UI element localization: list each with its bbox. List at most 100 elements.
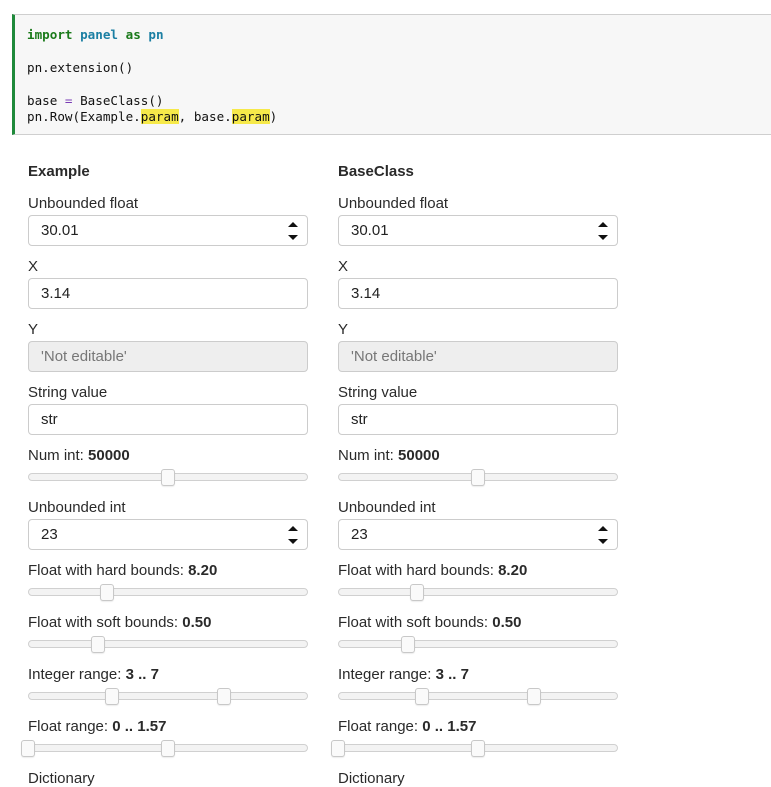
num-int-slider[interactable] <box>338 469 618 486</box>
y-label: Y <box>28 321 39 338</box>
integer-range-label-text: Integer range: <box>28 666 126 683</box>
spinner[interactable] <box>597 524 609 546</box>
spinner[interactable] <box>287 524 299 546</box>
range-low-handle[interactable] <box>331 740 345 757</box>
slider-track[interactable] <box>338 692 618 700</box>
code-line-extension: pn.extension() <box>27 59 134 75</box>
integer-range-slider[interactable] <box>28 688 308 705</box>
float-range-value: 0 .. 1.57 <box>422 718 477 735</box>
x-input[interactable]: 3.14 <box>338 278 618 309</box>
unbounded-int-label: Unbounded int <box>338 499 436 516</box>
float-range-slider[interactable] <box>331 740 618 757</box>
float-range-value: 0 .. 1.57 <box>112 718 167 735</box>
num-int-value: 50000 <box>88 447 130 464</box>
unbounded-float-label: Unbounded float <box>28 195 139 212</box>
float-hard-bounds-value: 8.20 <box>188 562 218 579</box>
panel-title: Example <box>28 163 90 180</box>
num-int-slider[interactable] <box>28 469 308 486</box>
spin-up-icon[interactable] <box>288 526 298 531</box>
float-soft-bounds-slider[interactable] <box>338 636 618 653</box>
string-value-input[interactable]: str <box>338 404 618 435</box>
float-soft-bounds-label: Float with soft bounds: 0.50 <box>338 614 521 631</box>
code-base-rhs: BaseClass() <box>72 92 164 108</box>
string-value: str <box>351 411 368 428</box>
x-value: 3.14 <box>351 285 381 302</box>
code-row-prefix: pn.Row(Example. <box>27 109 141 125</box>
code-keyword-import: import <box>27 27 73 42</box>
spinner[interactable] <box>597 220 609 242</box>
x-label: X <box>28 258 39 275</box>
float-range-label: Float range: 0 .. 1.57 <box>28 718 166 735</box>
unbounded-int-input[interactable]: 23 <box>28 519 308 550</box>
float-hard-bounds-slider[interactable] <box>338 584 618 601</box>
float-hard-bounds-label: Float with hard bounds: 8.20 <box>28 562 217 579</box>
slider-handle[interactable] <box>401 636 415 653</box>
float-range-label-text: Float range: <box>338 718 423 735</box>
code-keyword-as: as <box>125 27 141 42</box>
float-hard-bounds-label: Float with hard bounds: 8.20 <box>338 562 527 579</box>
dictionary-label: Dictionary <box>28 770 95 787</box>
string-value-label: String value <box>338 384 418 401</box>
float-soft-bounds-label: Float with soft bounds: 0.50 <box>28 614 211 631</box>
float-hard-bounds-label-text: Float with hard bounds: <box>338 562 499 579</box>
num-int-value: 50000 <box>398 447 440 464</box>
range-high-handle[interactable] <box>161 740 175 757</box>
x-input[interactable]: 3.14 <box>28 278 308 309</box>
unbounded-float-value: 30.01 <box>41 222 79 239</box>
slider-handle[interactable] <box>99 584 114 601</box>
code-cell[interactable]: import panel as pn pn.extension() base =… <box>12 14 771 135</box>
code-module: panel <box>80 27 119 42</box>
slider-handle[interactable] <box>409 584 424 601</box>
float-range-label-text: Float range: <box>28 718 113 735</box>
y-value: 'Not editable' <box>41 348 127 365</box>
integer-range-value: 3 .. 7 <box>125 666 159 683</box>
range-low-handle[interactable] <box>21 740 35 757</box>
range-low-handle[interactable] <box>105 688 119 705</box>
spin-up-icon[interactable] <box>598 526 608 531</box>
num-int-label-text: Num int: <box>338 447 399 464</box>
spin-up-icon[interactable] <box>288 222 298 227</box>
unbounded-float-input[interactable]: 30.01 <box>338 215 618 246</box>
slider-track[interactable] <box>338 640 618 648</box>
code-row-suffix: ) <box>269 109 278 125</box>
unbounded-float-value: 30.01 <box>351 222 389 239</box>
float-soft-bounds-label-text: Float with soft bounds: <box>28 614 183 631</box>
range-high-handle[interactable] <box>471 740 485 757</box>
slider-handle[interactable] <box>91 636 105 653</box>
slider-handle[interactable] <box>161 469 175 486</box>
unbounded-float-input[interactable]: 30.01 <box>28 215 308 246</box>
slider-track[interactable] <box>28 588 308 596</box>
slider-handle[interactable] <box>471 469 485 486</box>
range-high-handle[interactable] <box>527 688 541 705</box>
range-high-handle[interactable] <box>217 688 231 705</box>
panel-title: BaseClass <box>338 163 414 180</box>
y-label: Y <box>338 321 349 338</box>
float-range-slider[interactable] <box>21 740 308 757</box>
code-block[interactable]: import panel as pn pn.extension() base =… <box>27 27 277 125</box>
float-hard-bounds-value: 8.20 <box>498 562 528 579</box>
float-hard-bounds-slider[interactable] <box>28 584 308 601</box>
spinner[interactable] <box>287 220 299 242</box>
spin-up-icon[interactable] <box>598 222 608 227</box>
slider-track[interactable] <box>28 640 308 648</box>
range-low-handle[interactable] <box>415 688 429 705</box>
code-highlight-param: param <box>140 109 179 125</box>
string-value-label: String value <box>28 384 108 401</box>
spin-down-icon[interactable] <box>288 235 298 240</box>
unbounded-float-label: Unbounded float <box>338 195 449 212</box>
float-soft-bounds-slider[interactable] <box>28 636 308 653</box>
spin-down-icon[interactable] <box>288 539 298 544</box>
unbounded-int-input[interactable]: 23 <box>338 519 618 550</box>
integer-range-label-text: Integer range: <box>338 666 436 683</box>
string-value-input[interactable]: str <box>28 404 308 435</box>
unbounded-int-value: 23 <box>41 526 58 543</box>
spin-down-icon[interactable] <box>598 235 608 240</box>
spin-down-icon[interactable] <box>598 539 608 544</box>
integer-range-slider[interactable] <box>338 688 618 705</box>
float-hard-bounds-label-text: Float with hard bounds: <box>28 562 189 579</box>
num-int-label: Num int: 50000 <box>338 447 440 464</box>
slider-track[interactable] <box>338 588 618 596</box>
num-int-label-text: Num int: <box>28 447 89 464</box>
slider-track[interactable] <box>28 692 308 700</box>
integer-range-label: Integer range: 3 .. 7 <box>28 666 159 683</box>
